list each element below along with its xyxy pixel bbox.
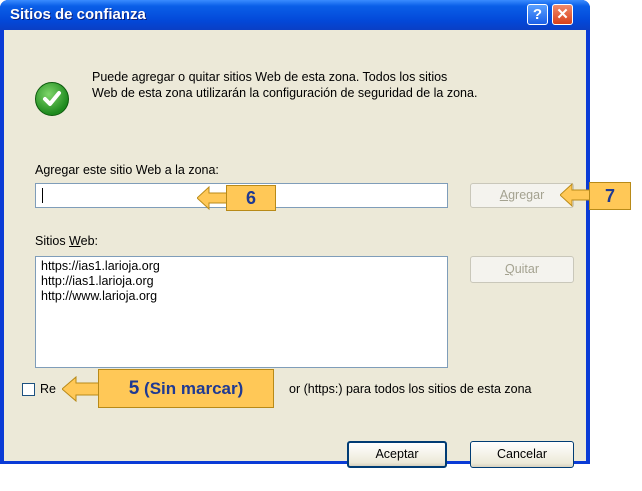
callout-5: 5 (Sin marcar) xyxy=(98,369,274,408)
close-button[interactable]: ✕ xyxy=(552,4,573,25)
left-arrow-icon xyxy=(197,185,227,211)
title-bar[interactable]: Sitios de confianza ? ✕ xyxy=(0,0,590,30)
remove-button-post: uitar xyxy=(514,262,540,276)
require-https-checkbox[interactable] xyxy=(22,383,35,396)
sites-label-post: eb: xyxy=(80,234,99,248)
add-button[interactable]: Agregar xyxy=(470,183,574,208)
sites-label-pre: Sitios xyxy=(35,234,70,248)
cancel-button[interactable]: Cancelar xyxy=(470,441,574,468)
left-arrow-icon xyxy=(560,182,590,208)
sites-label: Sitios Web: xyxy=(35,234,98,248)
checkbox-label-left: Re xyxy=(40,382,56,396)
callout-6: 6 xyxy=(226,185,276,211)
callout-5-number: 5 xyxy=(128,378,140,399)
add-button-accel: A xyxy=(499,188,509,202)
left-arrow-icon xyxy=(62,375,102,403)
help-button[interactable]: ? xyxy=(527,4,548,25)
callout-5-text: (Sin marcar) xyxy=(144,379,244,398)
sites-label-accel: W xyxy=(69,234,81,248)
remove-button-accel: Q xyxy=(504,262,515,276)
add-site-label-post: ar este sitio Web a la zona: xyxy=(68,163,219,177)
window-title: Sitios de confianza xyxy=(10,6,146,23)
text-caret xyxy=(42,188,43,203)
list-item[interactable]: http://ias1.larioja.org xyxy=(41,274,442,289)
zone-description: Puede agregar o quitar sitios Web de est… xyxy=(92,69,572,101)
list-item[interactable]: http://www.larioja.org xyxy=(41,289,442,304)
add-site-label: Agregar este sitio Web a la zona: xyxy=(35,163,219,177)
callout-7: 7 xyxy=(589,182,631,210)
remove-button[interactable]: Quitar xyxy=(470,256,574,283)
sites-listbox[interactable]: https://ias1.larioja.org http://ias1.lar… xyxy=(35,256,448,368)
description-line-1: Puede agregar o quitar sitios Web de est… xyxy=(92,70,448,84)
checkbox-label-right: or (https:) para todos los sitios de est… xyxy=(289,382,532,396)
description-line-2: Web de esta zona utilizarán la configura… xyxy=(92,86,478,100)
add-button-post: gregar xyxy=(508,188,545,202)
add-site-label-pre: Agre xyxy=(35,163,62,177)
ok-button[interactable]: Aceptar xyxy=(347,441,447,468)
green-check-icon xyxy=(35,82,69,116)
list-item[interactable]: https://ias1.larioja.org xyxy=(41,259,442,274)
